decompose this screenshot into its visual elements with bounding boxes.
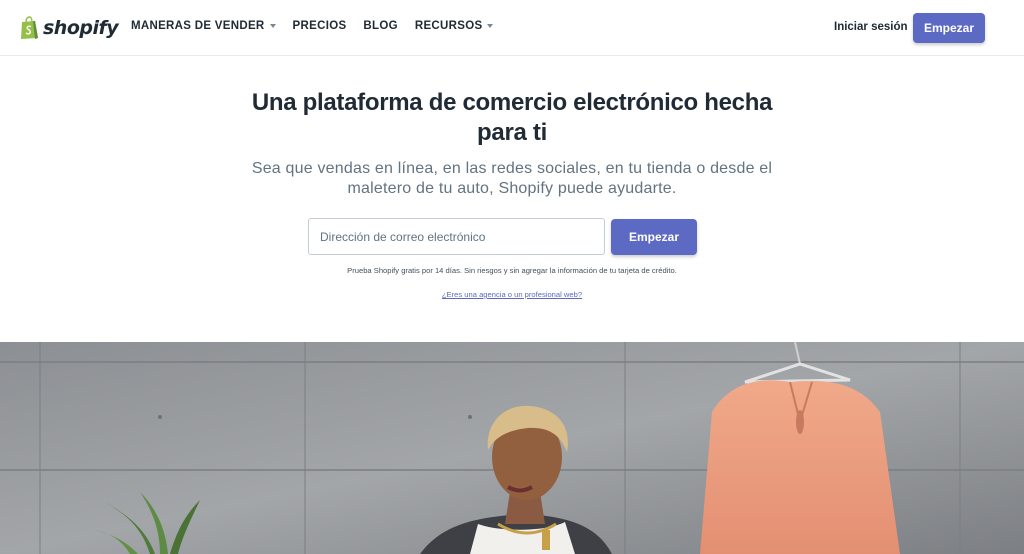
- shopping-bag-icon: [21, 16, 38, 39]
- menu-item-pricing[interactable]: PRECIOS: [293, 20, 347, 32]
- hero-title-line1: Una plataforma de comercio electrónico h…: [251, 89, 773, 116]
- start-button-nav[interactable]: Empezar: [913, 13, 985, 43]
- login-link[interactable]: Iniciar sesión: [834, 21, 908, 33]
- hero-subtitle: Sea que vendas en línea, en las redes so…: [212, 159, 812, 199]
- hero-title-line2: para ti: [477, 119, 547, 146]
- menu-item-resources[interactable]: RECURSOS: [415, 20, 494, 32]
- shopify-logo[interactable]: shopify: [20, 14, 119, 42]
- chevron-down-icon: [487, 24, 494, 28]
- hero-title: Una plataforma de comercio electrónico h…: [212, 88, 812, 148]
- menu-item-label: RECURSOS: [414, 20, 483, 32]
- menu-item-blog[interactable]: BLOG: [363, 20, 397, 32]
- chevron-down-icon: [269, 24, 276, 28]
- hero-subtitle-line1: Sea que vendas en línea, en las redes so…: [251, 160, 773, 177]
- trial-note: Prueba Shopify gratis por 14 días. Sin r…: [347, 266, 677, 275]
- menu-item-ways-to-sell[interactable]: MANERAS DE VENDER: [131, 20, 276, 32]
- logo-wordmark: shopify: [43, 17, 119, 39]
- menu-item-label: BLOG: [363, 20, 398, 32]
- top-navigation: shopify MANERAS DE VENDER PRECIOS BLOG R…: [0, 0, 1024, 56]
- hero-subtitle-line2: maletero de tu auto, Shopify puede ayuda…: [347, 180, 677, 197]
- main-menu: MANERAS DE VENDER PRECIOS BLOG RECURSOS: [131, 20, 510, 32]
- hero-photo: [0, 342, 1024, 554]
- agency-link[interactable]: ¿Eres una agencia o un profesional web?: [212, 290, 812, 299]
- menu-item-label: PRECIOS: [292, 20, 347, 32]
- menu-item-label: MANERAS DE VENDER: [131, 20, 265, 32]
- email-input[interactable]: [308, 218, 605, 255]
- start-button-hero[interactable]: Empezar: [611, 219, 697, 255]
